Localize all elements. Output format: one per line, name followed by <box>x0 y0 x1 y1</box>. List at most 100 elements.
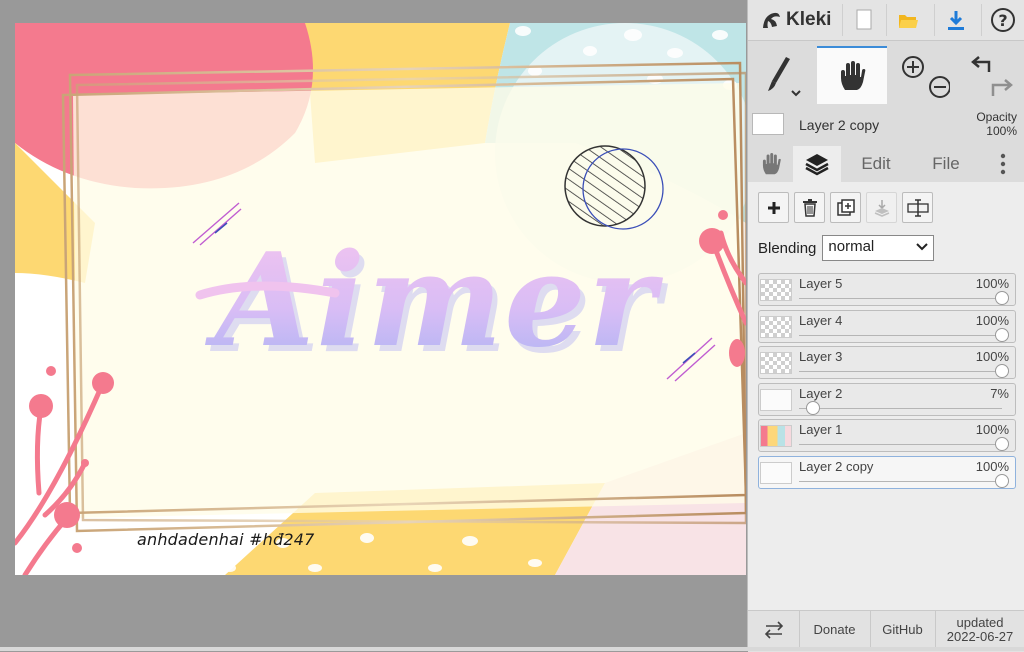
artwork-signature: anhdadenhai #hđ247 <box>137 530 315 549</box>
chevron-down-icon <box>916 243 929 251</box>
duplicate-layer-icon <box>836 198 855 216</box>
help-icon: ? <box>991 8 1015 32</box>
layer-opacity-slider-handle[interactable] <box>995 327 1009 342</box>
layer-thumbnail <box>760 425 792 447</box>
add-layer-button[interactable] <box>758 192 789 223</box>
layer-opacity-slider[interactable] <box>799 407 1002 409</box>
layer-row[interactable]: Layer 4 100% <box>758 309 1016 343</box>
merge-down-icon <box>874 199 889 217</box>
layer-opacity-value: 100% <box>975 312 1009 328</box>
kleki-logo[interactable]: Kleki <box>760 5 831 35</box>
updated-label: updated <box>956 615 1004 630</box>
download-icon <box>948 11 964 30</box>
layer-name: Layer 3 <box>799 349 843 364</box>
layer-opacity-slider[interactable] <box>799 480 1002 482</box>
more-vertical-icon <box>1000 153 1006 175</box>
zoom-out-icon <box>929 76 950 98</box>
layer-thumbnail <box>760 279 792 301</box>
layer-name: Layer 1 <box>799 422 843 437</box>
layer-opacity-slider[interactable] <box>799 444 1002 445</box>
layer-opacity-slider[interactable] <box>799 334 1002 336</box>
zoom-in-icon[interactable] <box>894 52 950 98</box>
layer-thumbnail <box>760 315 792 338</box>
blending-select[interactable]: normal <box>822 235 935 261</box>
layer-row[interactable]: Layer 2 copy 100% <box>758 455 1016 489</box>
rename-layer-button[interactable] <box>902 192 933 223</box>
tab-file[interactable]: File <box>911 146 981 182</box>
artwork: Aimer Aimer <box>15 23 746 575</box>
layer-opacity-slider[interactable] <box>799 371 1002 372</box>
tool-row <box>748 46 1024 104</box>
open-folder-icon <box>899 15 918 28</box>
layer-row[interactable]: Layer 2 7% <box>758 382 1016 416</box>
layer-opacity-slider-handle[interactable] <box>995 291 1009 305</box>
layer-name: Layer 4 <box>799 312 843 328</box>
tab-hand[interactable] <box>748 146 793 182</box>
help-button[interactable]: ? <box>981 4 1024 36</box>
blending-row: Blending normal <box>758 235 935 261</box>
tab-edit[interactable]: Edit <box>841 146 911 182</box>
layer-opacity-slider-handle[interactable] <box>806 400 821 415</box>
hand-tool[interactable] <box>817 46 887 104</box>
updated-date: 2022-06-27 <box>946 629 1014 644</box>
tab-layers[interactable] <box>793 146 841 182</box>
panel-footer: Donate GitHub updated 2022-06-27 <box>748 610 1024 652</box>
layer-row[interactable]: Layer 1 100% <box>758 419 1016 452</box>
blending-label: Blending <box>758 239 817 257</box>
layer-opacity-value: 100% <box>975 458 1009 474</box>
download-button[interactable] <box>934 4 977 36</box>
delete-layer-button[interactable] <box>794 192 825 223</box>
layer-list: Layer 5 100% Layer 4 100% Layer 3 100% Layer 2… <box>758 273 1016 492</box>
updated-info: updated 2022-06-27 <box>935 611 1024 648</box>
layer-opacity-slider-handle[interactable] <box>995 437 1009 451</box>
delete-layer-icon <box>802 198 817 217</box>
donate-link[interactable]: Donate <box>799 611 871 648</box>
layer-action-bar <box>758 192 933 224</box>
history-tools <box>956 46 1024 104</box>
layer-name: Layer 2 <box>799 385 843 401</box>
more-menu-button[interactable] <box>988 146 1018 182</box>
undo-icon[interactable] <box>963 52 1019 98</box>
layer-row[interactable]: Layer 3 100% <box>758 346 1016 379</box>
blending-value: normal <box>828 238 875 255</box>
redo-icon <box>991 79 1013 96</box>
brush-tool[interactable] <box>748 46 816 104</box>
open-file-button[interactable] <box>886 4 929 36</box>
github-link[interactable]: GitHub <box>870 611 936 648</box>
new-file-button[interactable] <box>842 4 885 36</box>
hand-icon <box>762 153 781 175</box>
kleki-logo-icon <box>763 12 780 28</box>
zoom-tools <box>888 46 956 104</box>
svg-text:?: ? <box>998 11 1007 30</box>
layers-icon <box>805 154 829 176</box>
layer-opacity-slider-handle[interactable] <box>995 364 1009 378</box>
layer-opacity-value: 100% <box>975 422 1009 437</box>
layer-row[interactable]: Layer 5 100% <box>758 273 1016 306</box>
add-layer-icon <box>767 201 780 214</box>
layers-panel: Blending normal Layer 5 100% Layer 4 100% La… <box>748 182 1024 610</box>
layer-name: Layer 5 <box>799 276 843 291</box>
bottom-strip <box>0 647 1024 651</box>
canvas-workspace[interactable]: Aimer Aimer anhdadenhai #hđ247 <box>0 0 747 651</box>
artwork-title-text: Aimer <box>205 226 664 376</box>
layer-opacity-value: 7% <box>990 385 1009 401</box>
swap-sides-button[interactable] <box>748 611 800 648</box>
merge-down-button[interactable] <box>866 192 897 223</box>
duplicate-layer-button[interactable] <box>830 192 861 223</box>
side-panel: Kleki ? Layer 2 copy Opacity 100% Edit F… <box>747 0 1024 652</box>
panel-tabs: Edit File <box>748 146 1024 182</box>
current-layer-name: Layer 2 copy <box>799 117 880 133</box>
drawing-canvas[interactable]: Aimer Aimer anhdadenhai #hđ247 <box>15 23 746 575</box>
rename-layer-icon <box>906 198 929 217</box>
current-layer-thumbnail <box>752 113 784 135</box>
current-layer-header: Layer 2 copy Opacity 100% <box>748 106 1024 146</box>
layer-name: Layer 2 copy <box>799 458 874 474</box>
swap-arrows-icon <box>764 620 783 639</box>
app-name: Kleki <box>786 9 832 30</box>
layer-thumbnail <box>760 388 792 411</box>
brush-icon <box>768 57 801 97</box>
layer-opacity-slider[interactable] <box>799 298 1002 299</box>
layer-opacity-slider-handle[interactable] <box>995 473 1009 488</box>
layer-thumbnail <box>760 461 792 484</box>
layer-opacity-value: 100% <box>975 276 1009 291</box>
